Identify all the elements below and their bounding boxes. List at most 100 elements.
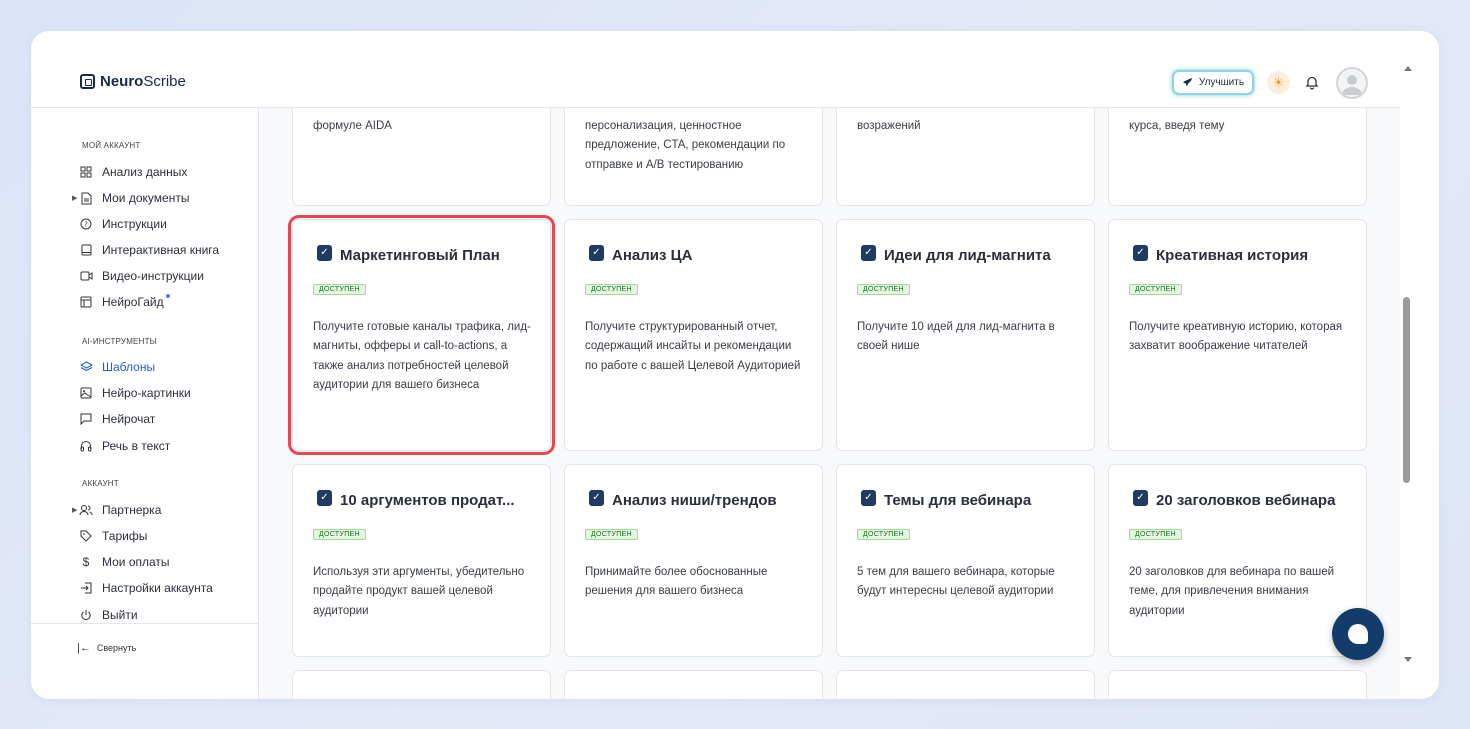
sidebar-item-video-instructions[interactable]: Видео-инструкции bbox=[79, 267, 204, 285]
template-card-sales-arguments[interactable]: ✓ 10 аргументов продат... ДОСТУПЕН Исполь… bbox=[292, 464, 551, 657]
login-icon bbox=[79, 581, 93, 595]
template-card-webinar-topics[interactable]: ✓ Темы для вебинара ДОСТУПЕН 5 тем для ва… bbox=[836, 464, 1095, 657]
template-card-webinar-headlines[interactable]: ✓ 20 заголовков вебинара ДОСТУПЕН 20 заго… bbox=[1108, 464, 1367, 657]
sidebar-item-label: Партнерка bbox=[102, 503, 162, 517]
status-badge: ДОСТУПЕН bbox=[1129, 529, 1182, 540]
template-card-partial[interactable] bbox=[1108, 670, 1367, 699]
checkbox-icon: ✓ bbox=[589, 244, 604, 261]
status-badge: ДОСТУПЕН bbox=[585, 284, 638, 295]
video-icon bbox=[79, 269, 93, 283]
checkbox-icon: ✓ bbox=[589, 489, 604, 506]
status-badge: ДОСТУПЕН bbox=[1129, 284, 1182, 295]
template-card-partial[interactable]: формуле AIDA bbox=[292, 108, 551, 206]
notifications-bell-icon[interactable] bbox=[1303, 73, 1321, 91]
dollar-icon: $ bbox=[82, 555, 90, 569]
template-card-audience-analysis[interactable]: ✓ Анализ ЦА ДОСТУПЕН Получите структуриро… bbox=[564, 219, 823, 451]
collapse-label: Свернуть bbox=[96, 643, 137, 653]
status-badge: ДОСТУПЕН bbox=[857, 284, 910, 295]
logo-icon bbox=[80, 74, 95, 89]
upgrade-button[interactable]: Улучшить bbox=[1172, 70, 1254, 95]
sidebar-item-instructions[interactable]: ? Инструкции bbox=[79, 215, 167, 233]
sidebar-item-label: Видео-инструкции bbox=[102, 269, 204, 283]
avatar[interactable] bbox=[1336, 67, 1368, 99]
chat-icon bbox=[79, 412, 93, 426]
template-card-partial[interactable]: возражений bbox=[836, 108, 1095, 206]
app-window: NeuroScribe Улучшить ☀ МОЙ АККАУНТ Анали… bbox=[31, 31, 1439, 699]
card-title: ✓ Маркетинговый План bbox=[317, 244, 500, 264]
card-title: ✓ Анализ ниши/трендов bbox=[589, 489, 777, 509]
collapse-arrow-icon: |← bbox=[77, 642, 91, 654]
template-card-partial[interactable] bbox=[292, 670, 551, 699]
sidebar-item-data-analysis[interactable]: Анализ данных bbox=[79, 163, 187, 181]
status-badge: ДОСТУПЕН bbox=[313, 529, 366, 540]
scroll-up-arrow-icon[interactable] bbox=[1404, 66, 1412, 71]
template-card-partial[interactable]: курса, введя тему bbox=[1108, 108, 1367, 206]
scroll-down-arrow-icon[interactable] bbox=[1404, 657, 1412, 662]
template-card-partial[interactable] bbox=[564, 670, 823, 699]
status-badge: ДОСТУПЕН bbox=[585, 529, 638, 540]
template-card-partial[interactable] bbox=[836, 670, 1095, 699]
sidebar-item-label: Инструкции bbox=[102, 217, 167, 231]
guide-icon bbox=[79, 295, 93, 309]
template-card-marketing-plan[interactable]: ✓ Маркетинговый План ДОСТУПЕН Получите го… bbox=[288, 215, 555, 455]
sidebar-item-my-documents[interactable]: ▶ Мои документы bbox=[72, 189, 189, 207]
image-icon bbox=[79, 386, 93, 400]
new-indicator-dot bbox=[165, 294, 170, 298]
card-title: ✓ 20 заголовков вебинара bbox=[1133, 489, 1335, 509]
scroll-thumb[interactable] bbox=[1403, 297, 1410, 483]
card-description: Используя эти аргументы, убедительно про… bbox=[313, 566, 525, 617]
template-card-creative-story[interactable]: ✓ Креативная история ДОСТУПЕН Получите кр… bbox=[1108, 219, 1367, 451]
template-card-partial[interactable]: персонализация, ценностное предложение, … bbox=[564, 108, 823, 206]
sidebar-item-neurochat[interactable]: Нейрочат bbox=[79, 410, 155, 428]
chat-bubble-icon bbox=[1348, 624, 1368, 644]
checkbox-icon: ✓ bbox=[1133, 489, 1148, 506]
scrollbar[interactable] bbox=[1400, 61, 1414, 681]
sidebar-item-tariffs[interactable]: Тарифы bbox=[79, 527, 147, 545]
chat-support-button[interactable] bbox=[1332, 608, 1384, 660]
template-card-niche-trends[interactable]: ✓ Анализ ниши/трендов ДОСТУПЕН Принимайте… bbox=[564, 464, 823, 657]
sidebar-item-label: Тарифы bbox=[102, 529, 148, 543]
sidebar-item-label: Анализ данных bbox=[102, 165, 188, 179]
collapse-area: |← Свернуть bbox=[31, 623, 259, 699]
card-description: 20 заголовков для вебинара по вашей теме… bbox=[1129, 566, 1335, 617]
sidebar-item-account-settings[interactable]: Настройки аккаунта bbox=[79, 579, 213, 597]
card-description: Получите структурированный отчет, содерж… bbox=[585, 321, 801, 372]
sidebar-item-speech-to-text[interactable]: Речь в текст bbox=[79, 437, 170, 455]
sidebar-item-label: Мои оплаты bbox=[102, 555, 170, 569]
logo-text: NeuroScribe bbox=[100, 73, 186, 90]
sidebar-item-label: Настройки аккаунта bbox=[102, 581, 213, 595]
sidebar-item-label: Шаблоны bbox=[102, 360, 156, 374]
card-title: ✓ 10 аргументов продат... bbox=[317, 489, 515, 509]
template-card-lead-magnet-ideas[interactable]: ✓ Идеи для лид-магнита ДОСТУПЕН Получите … bbox=[836, 219, 1095, 451]
sidebar-item-neuroguide[interactable]: НейроГайд bbox=[79, 293, 170, 311]
checkbox-icon: ✓ bbox=[861, 244, 876, 261]
checkbox-icon: ✓ bbox=[317, 489, 332, 506]
sidebar-item-templates[interactable]: Шаблоны bbox=[79, 358, 155, 376]
users-icon bbox=[79, 503, 93, 517]
card-title: ✓ Креативная история bbox=[1133, 244, 1308, 264]
svg-text:?: ? bbox=[84, 221, 88, 229]
section-title-ai-tools: AI-ИНСТРУМЕНТЫ bbox=[82, 337, 157, 346]
sidebar-item-label: Нейрочат bbox=[102, 412, 156, 426]
checkbox-icon: ✓ bbox=[861, 489, 876, 506]
status-badge: ДОСТУПЕН bbox=[857, 529, 910, 540]
logo[interactable]: NeuroScribe bbox=[80, 73, 186, 90]
card-description: 5 тем для вашего вебинара, которые будут… bbox=[857, 566, 1055, 598]
sidebar-item-neuro-images[interactable]: Нейро-картинки bbox=[79, 384, 191, 402]
section-title-account: АККАУНТ bbox=[82, 479, 119, 488]
theme-toggle-sun-icon[interactable]: ☀ bbox=[1267, 71, 1290, 94]
card-title: ✓ Анализ ЦА bbox=[589, 244, 692, 264]
sidebar-item-label: НейроГайд bbox=[102, 295, 164, 309]
sidebar-item-logout[interactable]: Выйти bbox=[79, 606, 138, 624]
tag-icon bbox=[79, 529, 93, 543]
sidebar-item-partner[interactable]: ▶ Партнерка bbox=[72, 501, 162, 519]
help-circle-icon: ? bbox=[79, 217, 93, 231]
sidebar-item-interactive-book[interactable]: Интерактивная книга bbox=[79, 241, 219, 259]
card-description: курса, введя тему bbox=[1129, 120, 1225, 132]
sidebar-item-my-payments[interactable]: $ Мои оплаты bbox=[79, 553, 170, 571]
card-description: персонализация, ценностное предложение, … bbox=[585, 120, 786, 171]
sidebar-item-label: Выйти bbox=[102, 608, 138, 622]
card-title: ✓ Темы для вебинара bbox=[861, 489, 1031, 509]
top-bar: NeuroScribe Улучшить ☀ bbox=[31, 31, 1400, 108]
collapse-button[interactable]: |← Свернуть bbox=[77, 642, 136, 654]
